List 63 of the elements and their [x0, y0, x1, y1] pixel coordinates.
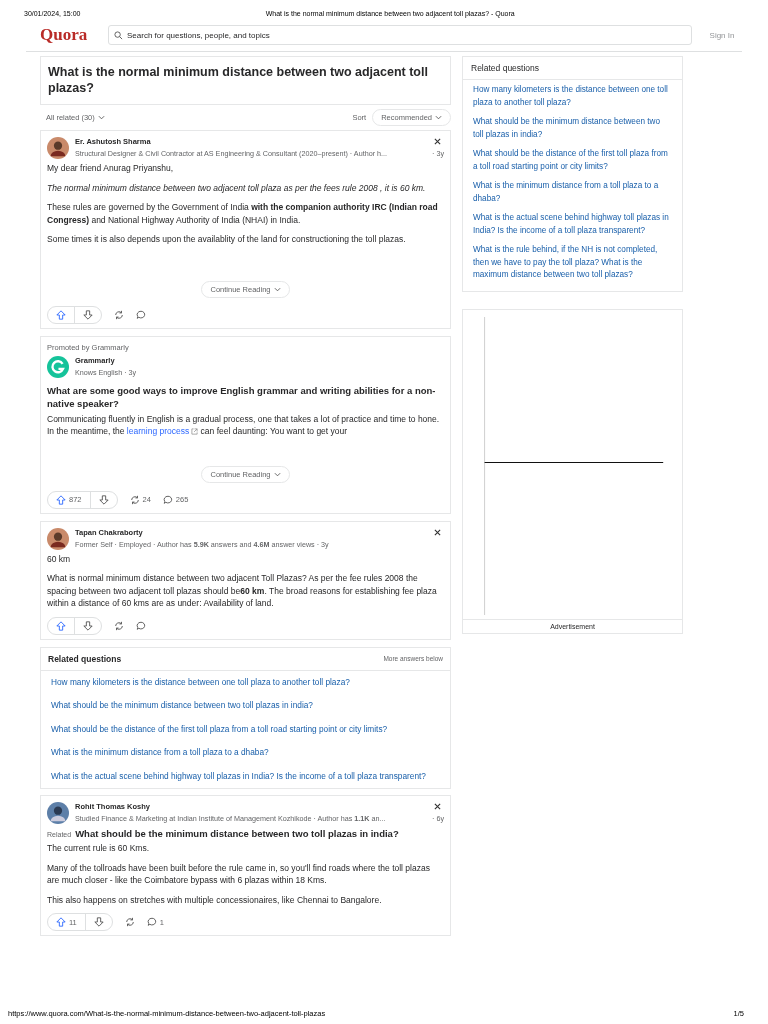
share-icon — [124, 917, 135, 927]
answer-paragraph: Some times it is also depends upon the availablity of the land for constructioning the toll plazas. — [47, 233, 407, 246]
learning-process-link[interactable]: learning process — [126, 425, 199, 438]
share-button[interactable] — [114, 309, 124, 320]
comment-icon — [146, 917, 157, 927]
related-question-link[interactable]: What should be the distance of the first toll plaza from a toll road starting point or city limits? — [41, 717, 450, 741]
answer-paragraph: This also happens on stretches with multiple concessionaires, like Chennai to Bangalore. — [47, 893, 383, 906]
related-question-link[interactable]: What is the minimum distance from a toll plaza to a dhaba? — [41, 741, 450, 765]
avatar-icon — [47, 802, 69, 824]
answer-paragraph: Many of the tollroads have been built before the rule came in, so you'll find roads where the toll plazas are much closer - like the Coimbatore bypass with 6 plazas within 18 Kms. — [47, 861, 431, 887]
related-questions-title: Related questions — [463, 57, 682, 80]
related-question-link[interactable]: What is the actual scene behind highway toll plazas in India? Is the income of a toll plaza transparent? — [41, 764, 450, 788]
search-field[interactable]: Search for questions, people, and topics — [108, 25, 692, 45]
upvote-icon — [56, 494, 66, 505]
downvote-icon — [83, 620, 93, 631]
related-question-link[interactable]: How many kilometers is the distance between one toll plaza to another toll plaza? — [463, 80, 682, 112]
related-question-link[interactable]: What should be the minimum distance between two toll plazas in india? — [41, 694, 450, 718]
related-question-link[interactable]: What is the actual scene behind highway toll plazas in India? Is the income of a toll plaza transparent? — [463, 208, 682, 240]
downvote-icon — [98, 494, 109, 505]
logo[interactable]: Quora — [40, 25, 98, 45]
answer-paragraph: What is normal minimum distance between two adjacent Toll Plazas? As per the fee rules 2008 the spacing between two adjacent toll plazas should be60 km. The broad reasons for establishing fee plaza within a distance of 60 kms are as under: Availability of land. — [47, 572, 438, 610]
share-icon — [114, 309, 124, 320]
downvote-icon — [93, 917, 104, 927]
avatar-icon — [47, 137, 69, 159]
related-questions-title: Related questions — [48, 653, 122, 664]
upvote-icon — [56, 620, 66, 631]
promoted-headline[interactable]: What are some good ways to improve English grammar and writing abilities for a non-native speaker? — [47, 383, 444, 410]
related-question-link[interactable]: What should be the distance of the first toll plaza from a toll road starting point or city limits? — [463, 144, 682, 176]
search-icon — [114, 31, 123, 40]
answer-paragraph: The normal minimum distance between two adjacent toll plaza as per the fees rule 2008 , it is 60 km. — [47, 181, 427, 194]
chevron-icon — [97, 115, 105, 120]
answer-paragraph: 60 km — [47, 552, 72, 565]
external-link-icon — [191, 427, 199, 435]
chevron-icon — [273, 471, 281, 477]
comment-icon — [162, 494, 173, 505]
answer-paragraph: The current rule is 60 Kms. — [47, 842, 151, 855]
share-icon — [129, 494, 140, 505]
question-title: What is the normal minimum distance between two adjacent toll plazas? — [48, 64, 429, 96]
comment-icon — [136, 620, 146, 631]
chevron-icon — [273, 286, 281, 292]
related-question-link[interactable]: What is the minimum distance from a toll plaza to a dhaba? — [463, 176, 682, 208]
close-icon[interactable] — [434, 803, 441, 810]
answer-paragraph: These rules are governed by the Government of India with the companion authority IRC (Indian road Congress) and National Highway Authority of India (NHAI) in India. — [47, 201, 439, 226]
downvote-icon — [83, 309, 93, 320]
answer-paragraph: My dear friend Anurag Priyanshu, — [47, 162, 175, 175]
share-button[interactable] — [114, 620, 124, 631]
related-question-title[interactable]: What should be the minimum distance between two toll plazas in india? — [75, 828, 399, 839]
answer-paragraph: Communicating fluently in English is a gradual process, one that takes a lot of practice and time to hone. In the meantime, the learning process can feel daunting: You want to get your — [47, 412, 441, 438]
logo-icon — [47, 355, 69, 378]
related-question-link[interactable]: How many kilometers is the distance between one toll plaza to another toll plaza? — [41, 670, 450, 694]
close-icon[interactable] — [434, 528, 441, 536]
upvote-icon — [56, 309, 66, 320]
share-button[interactable] — [124, 917, 135, 927]
comment-button[interactable] — [136, 620, 146, 631]
comment-icon — [136, 309, 146, 320]
related-question-link[interactable]: What should be the minimum distance between two toll plazas in india? — [463, 112, 682, 144]
comment-button[interactable] — [136, 309, 146, 320]
upvote-icon — [56, 917, 66, 927]
share-icon — [114, 620, 124, 631]
close-icon[interactable] — [434, 138, 441, 145]
chevron-icon — [435, 115, 442, 120]
related-question-link[interactable]: What is the rule behind, if the NH is not completed, then we have to pay the toll plaza? What is the maximum distance between two toll plazas? — [463, 240, 682, 285]
avatar-icon — [47, 527, 69, 550]
